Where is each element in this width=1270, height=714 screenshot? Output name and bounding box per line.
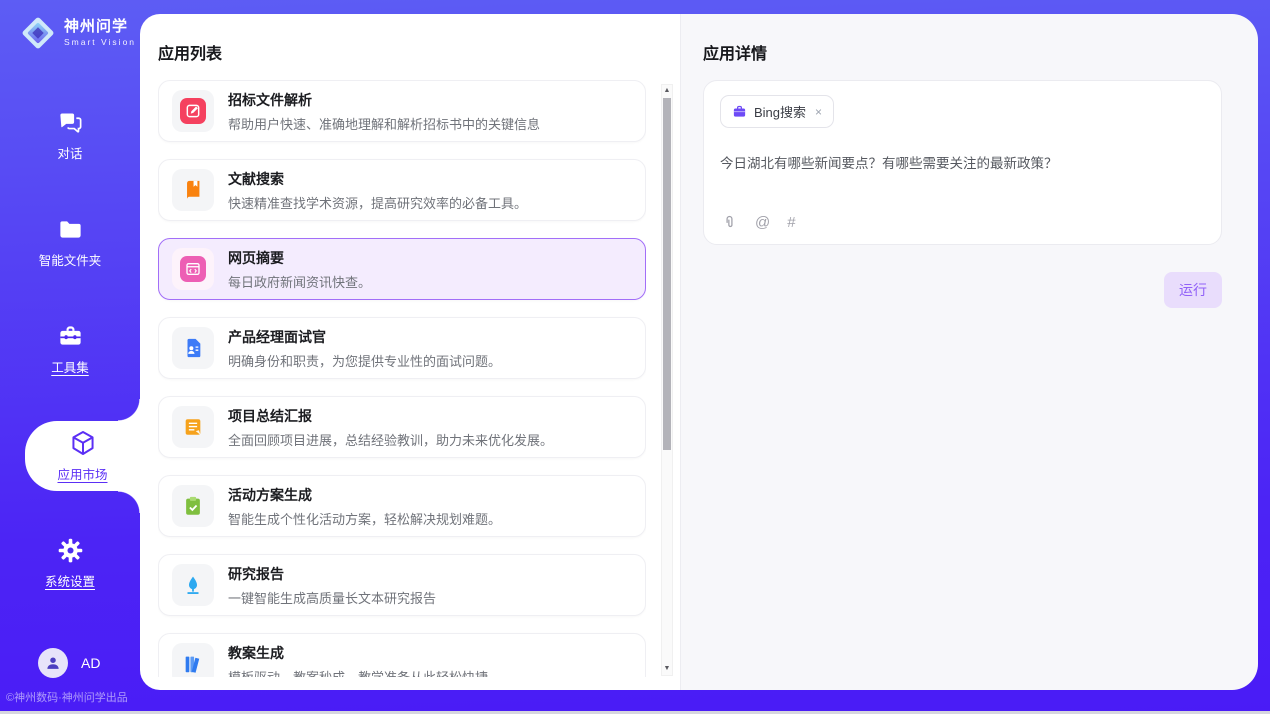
person-icon <box>44 654 62 672</box>
app-desc: 一键智能生成高质量长文本研究报告 <box>228 588 436 607</box>
paperclip-icon[interactable] <box>721 214 738 231</box>
tool-tag-bing-search[interactable]: Bing搜索 × <box>720 95 834 128</box>
run-button[interactable]: 运行 <box>1164 272 1222 308</box>
app-card-lesson-plan[interactable]: 教案生成 模板驱动，教案秒成，教学准备从此轻松快捷 <box>158 633 646 677</box>
scroll-down-arrow-icon[interactable]: ▼ <box>662 664 672 674</box>
app-name: 招标文件解析 <box>228 90 540 110</box>
prompt-card: Bing搜索 × 今日湖北有哪些新闻要点？有哪些需要关注的最新政策？ @ # <box>703 80 1222 245</box>
app-card-project-summary[interactable]: 项目总结汇报 全面回顾项目进展，总结经验教训，助力未来优化发展。 <box>158 396 646 458</box>
app-name: 教案生成 <box>228 643 488 663</box>
app-icon-tile <box>172 485 214 527</box>
scroll-up-arrow-icon[interactable]: ▲ <box>662 86 672 96</box>
app-name: 网页摘要 <box>228 248 371 268</box>
app-icon-tile <box>172 327 214 369</box>
sidebar: 神州问学 Smart Vision 对话 智能文件夹 <box>0 0 140 714</box>
sidebar-item-smart-folders[interactable]: 智能文件夹 <box>0 207 140 277</box>
app-card-bid-doc-parse[interactable]: 招标文件解析 帮助用户快速、准确地理解和解析招标书中的关键信息 <box>158 80 646 142</box>
toolbox-icon <box>57 323 84 350</box>
sidebar-item-label: 工具集 <box>51 357 89 376</box>
report-note-icon <box>180 414 206 440</box>
app-card-event-plan[interactable]: 活动方案生成 智能生成个性化活动方案，轻松解决规划难题。 <box>158 475 646 537</box>
sidebar-item-chat[interactable]: 对话 <box>0 100 140 170</box>
edit-document-icon <box>180 98 206 124</box>
hashtag-icon[interactable]: # <box>787 214 795 231</box>
brand-logo: 神州问学 Smart Vision <box>0 0 140 51</box>
user-account[interactable]: AD <box>0 648 140 678</box>
app-card-pm-interviewer[interactable]: 产品经理面试官 明确身份和职责，为您提供专业性的面试问题。 <box>158 317 646 379</box>
sidebar-item-label: 应用市场 <box>57 464 107 483</box>
app-desc: 每日政府新闻资讯快查。 <box>228 272 371 291</box>
book-icon <box>180 177 206 203</box>
app-card-web-summary[interactable]: 网页摘要 每日政府新闻资讯快查。 <box>158 238 646 300</box>
sidebar-item-label: 对话 <box>57 143 82 162</box>
folder-icon <box>57 216 84 243</box>
app-list-panel: 应用列表 招标文件解析 帮助用户快速、准确地理解和解析招标书中的关键信息 <box>140 14 680 690</box>
tool-tag-label: Bing搜索 <box>754 102 806 121</box>
interviewer-document-icon <box>180 335 206 361</box>
app-name: 活动方案生成 <box>228 485 501 505</box>
app-list: 招标文件解析 帮助用户快速、准确地理解和解析招标书中的关键信息 文献搜索 快速精… <box>158 80 646 677</box>
ink-pen-icon <box>180 572 206 598</box>
app-detail-title: 应用详情 <box>703 40 767 64</box>
brand-name: 神州问学 <box>64 19 136 36</box>
copyright-text: ©神州数码·神州问学出品 <box>6 689 138 705</box>
mention-icon[interactable]: @ <box>755 214 770 231</box>
sidebar-item-app-market[interactable]: 应用市场 <box>25 421 140 491</box>
app-icon-tile <box>172 169 214 211</box>
attachment-toolbar: @ # <box>721 214 796 231</box>
app-name: 研究报告 <box>228 564 436 584</box>
app-icon-tile <box>172 406 214 448</box>
sidebar-item-label: 智能文件夹 <box>39 250 102 269</box>
user-label: AD <box>81 655 100 671</box>
app-icon-tile <box>172 564 214 606</box>
app-desc: 帮助用户快速、准确地理解和解析招标书中的关键信息 <box>228 114 540 133</box>
clipboard-check-icon <box>180 493 206 519</box>
app-list-title: 应用列表 <box>158 40 222 64</box>
books-icon <box>180 651 206 677</box>
web-page-icon <box>180 256 206 282</box>
briefcase-icon <box>732 104 747 119</box>
prompt-input[interactable]: 今日湖北有哪些新闻要点？有哪些需要关注的最新政策？ <box>720 152 1205 172</box>
sidebar-item-toolset[interactable]: 工具集 <box>0 314 140 384</box>
sidebar-item-settings[interactable]: 系统设置 <box>0 528 140 598</box>
scrollbar-thumb[interactable] <box>663 98 671 450</box>
app-card-literature-search[interactable]: 文献搜索 快速精准查找学术资源，提高研究效率的必备工具。 <box>158 159 646 221</box>
chat-icon <box>57 109 84 136</box>
app-desc: 智能生成个性化活动方案，轻松解决规划难题。 <box>228 509 501 528</box>
app-desc: 模板驱动，教案秒成，教学准备从此轻松快捷 <box>228 667 488 678</box>
app-name: 产品经理面试官 <box>228 327 501 347</box>
avatar <box>38 648 68 678</box>
tag-close-icon[interactable]: × <box>815 105 822 119</box>
app-icon-tile <box>172 643 214 677</box>
sidebar-item-label: 系统设置 <box>45 571 95 590</box>
app-desc: 全面回顾项目进展，总结经验教训，助力未来优化发展。 <box>228 430 553 449</box>
app-card-research-report[interactable]: 研究报告 一键智能生成高质量长文本研究报告 <box>158 554 646 616</box>
app-desc: 明确身份和职责，为您提供专业性的面试问题。 <box>228 351 501 370</box>
gear-icon <box>57 537 84 564</box>
cube-icon <box>69 429 97 457</box>
app-detail-panel: 应用详情 Bing搜索 × 今日湖北有哪些新闻要点？有哪些需要关注的最新政策？ … <box>680 14 1258 690</box>
sidebar-nav: 对话 智能文件夹 工具集 应用市 <box>0 100 140 635</box>
app-name: 项目总结汇报 <box>228 406 553 426</box>
diamond-logo-icon <box>20 15 56 51</box>
app-desc: 快速精准查找学术资源，提高研究效率的必备工具。 <box>228 193 527 212</box>
app-icon-tile <box>172 90 214 132</box>
app-icon-tile <box>172 248 214 290</box>
brand-subtitle: Smart Vision <box>64 38 136 47</box>
app-name: 文献搜索 <box>228 169 527 189</box>
content-frame: 应用列表 招标文件解析 帮助用户快速、准确地理解和解析招标书中的关键信息 <box>140 14 1258 690</box>
list-scrollbar[interactable]: ▲ ▼ <box>661 84 673 676</box>
